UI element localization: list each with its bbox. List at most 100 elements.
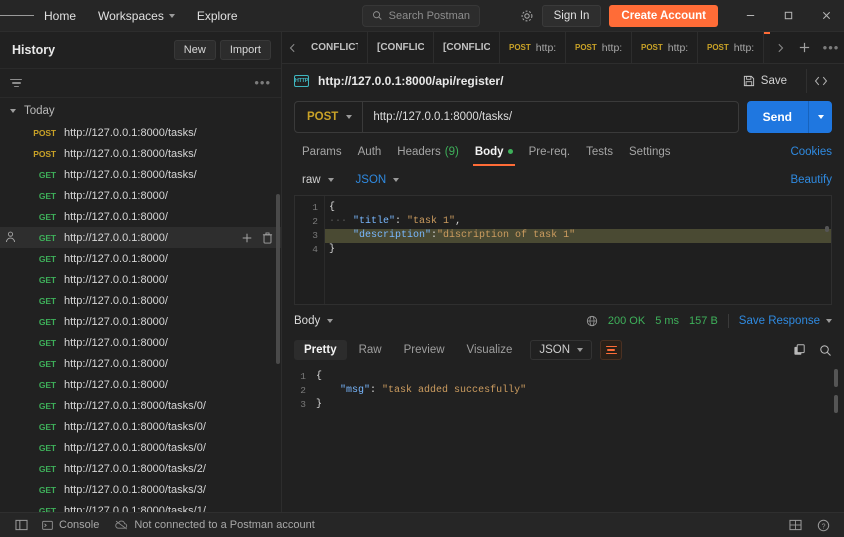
request-editor-scrollbar[interactable] (825, 226, 829, 232)
request-title[interactable]: http://127.0.0.1:8000/api/register/ (318, 74, 503, 88)
request-tab-settings[interactable]: Settings (621, 139, 679, 166)
tab-0[interactable]: CONFLICT (302, 32, 368, 63)
request-code-line-number: 4 (295, 243, 324, 257)
history-item[interactable]: GEThttp://127.0.0.1:8000/ (0, 206, 281, 227)
nav-explore-label: Explore (197, 9, 238, 23)
tab-1[interactable]: [CONFLICT (368, 32, 434, 63)
delete-icon[interactable] (262, 232, 273, 244)
url-bar: POST http://127.0.0.1:8000/tasks/ (294, 101, 739, 133)
beautify-button[interactable]: Beautify (790, 174, 832, 186)
tabs-scroll-right-button[interactable] (770, 32, 790, 63)
tab-2[interactable]: [CONFLICT (434, 32, 500, 63)
window-maximize-button[interactable] (770, 0, 806, 32)
tab-4[interactable]: POSThttp:/ (566, 32, 632, 63)
request-tab-params[interactable]: Params (294, 139, 350, 166)
history-item[interactable]: POSThttp://127.0.0.1:8000/tasks/ (0, 122, 281, 143)
history-group-today[interactable]: Today (0, 100, 281, 122)
new-button[interactable]: New (174, 40, 216, 60)
tab-7[interactable]: POSThttp:/ (764, 32, 770, 63)
history-item[interactable]: GEThttp://127.0.0.1:8000/ (0, 227, 281, 248)
history-item[interactable]: GEThttp://127.0.0.1:8000/tasks/0/ (0, 437, 281, 458)
response-tab-raw[interactable]: Raw (349, 340, 392, 360)
code-token: { (316, 371, 322, 382)
filter-icon[interactable] (10, 79, 22, 88)
console-button[interactable]: Console (34, 516, 107, 534)
tab-method: POST (575, 43, 597, 52)
request-tab-headers[interactable]: Headers(9) (389, 139, 467, 166)
response-format-selector[interactable]: JSON (530, 340, 592, 360)
request-code-line-number: 1 (295, 201, 324, 215)
history-item[interactable]: GEThttp://127.0.0.1:8000/ (0, 290, 281, 311)
request-tab-auth[interactable]: Auth (350, 139, 390, 166)
response-tab-preview[interactable]: Preview (394, 340, 455, 360)
history-item[interactable]: GEThttp://127.0.0.1:8000/ (0, 374, 281, 395)
history-item[interactable]: GEThttp://127.0.0.1:8000/ (0, 353, 281, 374)
body-mode-selector[interactable]: raw (294, 171, 342, 189)
code-snippet-button[interactable] (806, 69, 834, 93)
response-editor-content[interactable]: { "msg": "task added succesfully"} (312, 365, 844, 512)
send-options-button[interactable] (808, 101, 832, 133)
cookies-link[interactable]: Cookies (790, 146, 832, 158)
history-item[interactable]: GEThttp://127.0.0.1:8000/tasks/0/ (0, 416, 281, 437)
request-tab-tests[interactable]: Tests (578, 139, 621, 166)
response-tab-visualize[interactable]: Visualize (457, 340, 523, 360)
http-method-selector[interactable]: POST (295, 102, 363, 132)
import-button[interactable]: Import (220, 40, 271, 60)
history-item[interactable]: GEThttp://127.0.0.1:8000/ (0, 332, 281, 353)
history-item[interactable]: GEThttp://127.0.0.1:8000/tasks/3/ (0, 479, 281, 500)
request-title-row: HTTP http://127.0.0.1:8000/api/register/… (282, 64, 844, 98)
request-tab-body[interactable]: Body (467, 139, 521, 166)
save-response-button[interactable]: Save Response (739, 315, 832, 327)
help-circle-icon[interactable]: ? (810, 515, 836, 535)
history-item[interactable]: GEThttp://127.0.0.1:8000/tasks/ (0, 164, 281, 185)
window-minimize-button[interactable] (732, 0, 768, 32)
history-item[interactable]: GEThttp://127.0.0.1:8000/tasks/0/ (0, 395, 281, 416)
tab-3[interactable]: POSThttp:/ (500, 32, 566, 63)
create-account-button[interactable]: Create Account (609, 5, 718, 27)
new-tab-button[interactable] (790, 32, 818, 63)
history-item[interactable]: GEThttp://127.0.0.1:8000/tasks/1/ (0, 500, 281, 512)
response-body-selector[interactable]: Body (294, 315, 333, 327)
history-item-method: GET (30, 443, 56, 453)
tab-5[interactable]: POSThttp:/ (632, 32, 698, 63)
search-input[interactable]: Search Postman (362, 5, 480, 27)
url-input[interactable]: http://127.0.0.1:8000/tasks/ (363, 111, 737, 123)
hamburger-menu-icon[interactable] (0, 13, 34, 18)
save-button[interactable]: Save (734, 71, 796, 91)
sign-in-button[interactable]: Sign In (542, 5, 602, 27)
tab-6[interactable]: POSThttp:/ (698, 32, 764, 63)
word-wrap-icon[interactable] (600, 340, 622, 360)
nav-home[interactable]: Home (34, 4, 86, 28)
history-item[interactable]: POSThttp://127.0.0.1:8000/tasks/ (0, 143, 281, 164)
history-list[interactable]: Today POSThttp://127.0.0.1:8000/tasks/PO… (0, 98, 281, 512)
response-body-viewer[interactable]: 123 { "msg": "task added succesfully"} (282, 365, 844, 512)
history-item[interactable]: GEThttp://127.0.0.1:8000/ (0, 269, 281, 290)
response-scrollbar-top[interactable] (834, 369, 838, 387)
tabs-more-options-icon[interactable]: ••• (818, 32, 844, 63)
panel-toggle-icon[interactable] (8, 515, 34, 535)
request-code-line: { (325, 201, 831, 215)
connection-status[interactable]: Not connected to a Postman account (107, 516, 322, 534)
response-scrollbar-bottom[interactable] (834, 395, 838, 413)
nav-workspaces[interactable]: Workspaces (88, 4, 185, 28)
nav-explore[interactable]: Explore (187, 4, 248, 28)
gear-icon[interactable] (514, 3, 540, 29)
history-item[interactable]: GEThttp://127.0.0.1:8000/tasks/2/ (0, 458, 281, 479)
tabs-scroll-left-button[interactable] (282, 32, 302, 63)
send-button[interactable]: Send (747, 101, 808, 133)
response-tab-pretty[interactable]: Pretty (294, 340, 347, 360)
request-tab-prereq[interactable]: Pre-req. (521, 139, 579, 166)
history-item[interactable]: GEThttp://127.0.0.1:8000/ (0, 185, 281, 206)
sidebar-scrollbar[interactable] (276, 194, 280, 364)
more-options-icon[interactable]: ••• (254, 79, 271, 87)
window-close-button[interactable] (808, 0, 844, 32)
request-editor-content[interactable]: {··· "title": "task 1", "description":"d… (325, 196, 831, 304)
add-to-collection-icon[interactable] (241, 232, 253, 244)
history-item[interactable]: GEThttp://127.0.0.1:8000/ (0, 248, 281, 269)
search-icon[interactable] (819, 344, 832, 357)
layout-grid-icon[interactable] (782, 515, 808, 535)
body-format-selector[interactable]: JSON (348, 171, 408, 189)
history-item[interactable]: GEThttp://127.0.0.1:8000/ (0, 311, 281, 332)
request-body-editor[interactable]: 1234 {··· "title": "task 1", "descriptio… (294, 195, 832, 305)
copy-icon[interactable] (793, 343, 807, 357)
